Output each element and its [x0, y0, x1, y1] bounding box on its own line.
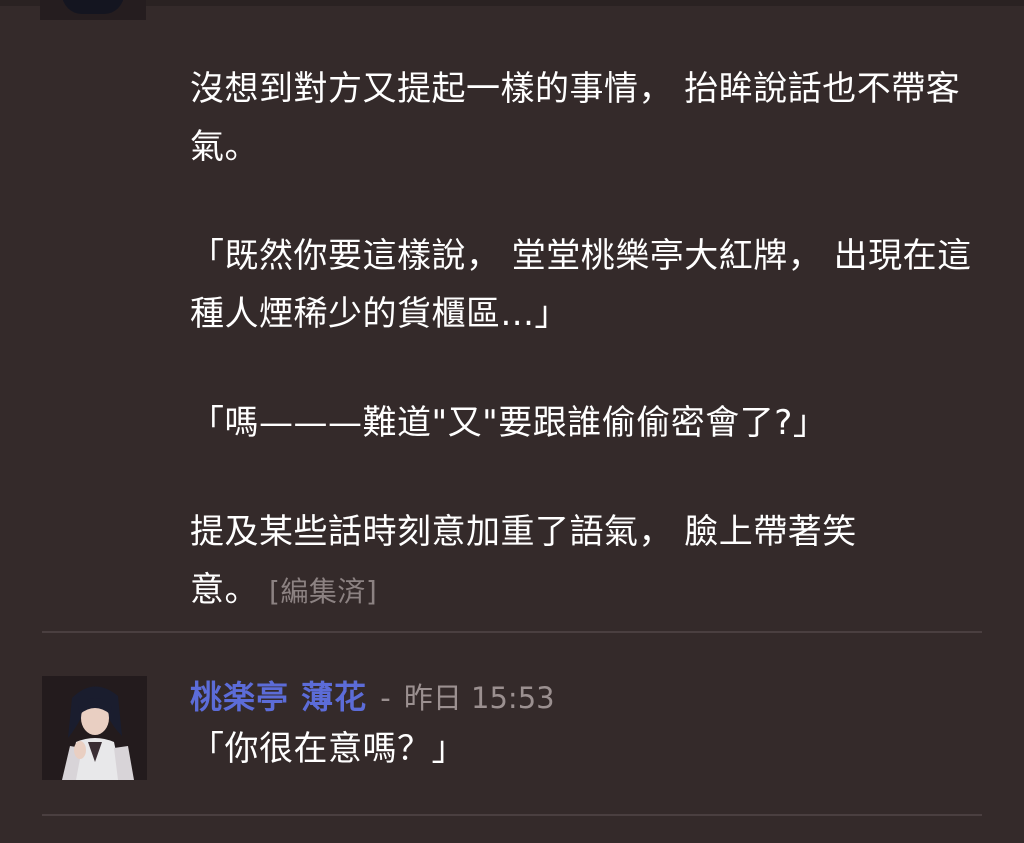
edited-label: [編集済]: [269, 575, 378, 608]
header-separator: -: [380, 681, 391, 715]
avatar[interactable]: [42, 676, 147, 780]
chat-page: 沒想到對方又提起一樣的事情， 抬眸說話也不帶客氣。 「既然你要這樣說， 堂堂桃樂…: [0, 0, 1024, 843]
character-avatar-icon: [42, 676, 147, 780]
message-paragraph-last: 提及某些話時刻意加重了語氣， 臉上帶著笑意。 [編集済]: [190, 503, 910, 621]
message-paragraph: 「嗎———難道"又"要跟誰偷偷密會了?」: [190, 403, 828, 443]
message-divider: [42, 814, 982, 816]
message-paragraph: 「既然你要這樣說， 堂堂桃樂亭大紅牌， 出現在這種人煙稀少的貨櫃區...」: [190, 236, 972, 334]
message-body: 沒想到對方又提起一樣的事情， 抬眸說話也不帶客氣。 「既然你要這樣說， 堂堂桃樂…: [190, 60, 980, 672]
message-divider: [42, 631, 982, 633]
message-text: 「你很在意嗎？」: [190, 729, 466, 769]
avatar-hair-shape: [62, 0, 124, 14]
top-strip: [0, 0, 1024, 6]
timestamp: 昨日 15:53: [403, 681, 555, 715]
previous-message-avatar[interactable]: [40, 0, 146, 20]
message-header: 桃楽亭 薄花 - 昨日 15:53: [190, 672, 555, 722]
author-name[interactable]: 桃楽亭 薄花: [190, 678, 367, 716]
message-paragraph: 沒想到對方又提起一樣的事情， 抬眸說話也不帶客氣。: [190, 69, 961, 167]
